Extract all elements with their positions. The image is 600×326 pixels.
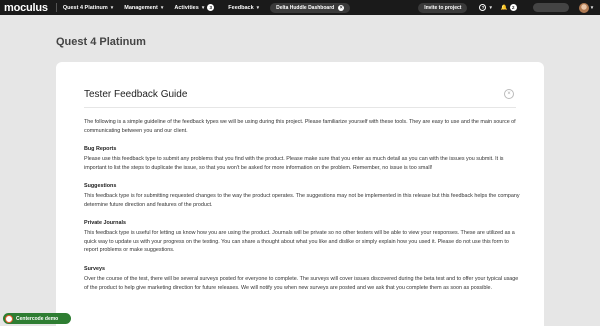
dashboard-pill[interactable]: Delta Huddle Dashboard ×: [270, 2, 351, 13]
nav-management-menu[interactable]: Management ▼: [124, 5, 164, 11]
nav-divider: [55, 3, 57, 12]
nav-activities-menu[interactable]: Activities ▼ 3: [174, 4, 215, 11]
chevron-down-icon: ▼: [200, 5, 206, 10]
activities-count-badge: 3: [207, 4, 215, 11]
section-body: Over the course of the test, there will …: [84, 276, 519, 291]
intro-text: The following is a simple guideline of t…: [84, 119, 516, 134]
search-input[interactable]: [532, 3, 569, 12]
help-icon: ?: [479, 4, 487, 11]
divider: [84, 107, 516, 108]
user-menu-chevron[interactable]: ▼: [590, 5, 594, 10]
centercode-demo-button[interactable]: Centercode demo: [3, 313, 71, 324]
demo-button-label: Centercode demo: [16, 315, 59, 322]
section-heading: Surveys: [84, 266, 105, 272]
bell-icon: 🔔: [500, 4, 508, 11]
nav-feedback-label: Feedback: [228, 4, 254, 11]
nav-project-label: Quest 4 Platinum: [62, 4, 108, 11]
invite-button[interactable]: Invite to project: [418, 2, 468, 13]
help-menu[interactable]: ? ▼: [479, 4, 493, 11]
logo[interactable]: moculus: [4, 2, 48, 14]
centercode-logo-icon: [5, 314, 13, 323]
notifications-count-badge: 2: [509, 4, 517, 11]
avatar[interactable]: [578, 2, 589, 13]
top-navbar: moculus Quest 4 Platinum ▼ Management ▼ Ac…: [0, 0, 600, 15]
notifications-button[interactable]: 🔔 2: [501, 4, 517, 11]
page-title: Quest 4 Platinum: [56, 36, 146, 48]
section-heading: Suggestions: [84, 183, 117, 189]
nav-activities-label: Activities: [174, 4, 199, 11]
chevron-down-icon: ▼: [488, 5, 493, 10]
nav-management-label: Management: [124, 4, 158, 11]
section-heading: Private Journals: [84, 220, 126, 226]
feedback-guide-card: Tester Feedback Guide × The following is…: [56, 62, 544, 326]
close-icon[interactable]: ×: [504, 89, 514, 99]
close-icon[interactable]: ×: [338, 4, 345, 11]
chevron-down-icon: ▼: [159, 5, 165, 10]
chevron-down-icon: ▼: [109, 5, 115, 10]
chevron-down-icon: ▼: [589, 5, 595, 10]
chevron-down-icon: ▼: [255, 5, 261, 10]
nav-project-menu[interactable]: Quest 4 Platinum ▼: [63, 5, 114, 11]
dashboard-pill-label: Delta Huddle Dashboard: [276, 4, 335, 11]
section-body: Please use this feedback type to submit …: [84, 156, 504, 171]
section-body: This feedback type is useful for letting…: [84, 230, 515, 254]
section-body: This feedback type is for submitting req…: [84, 193, 520, 208]
nav-feedback-menu[interactable]: Feedback ▼: [228, 5, 260, 11]
card-title: Tester Feedback Guide: [84, 89, 188, 100]
section-heading: Bug Reports: [84, 146, 117, 152]
